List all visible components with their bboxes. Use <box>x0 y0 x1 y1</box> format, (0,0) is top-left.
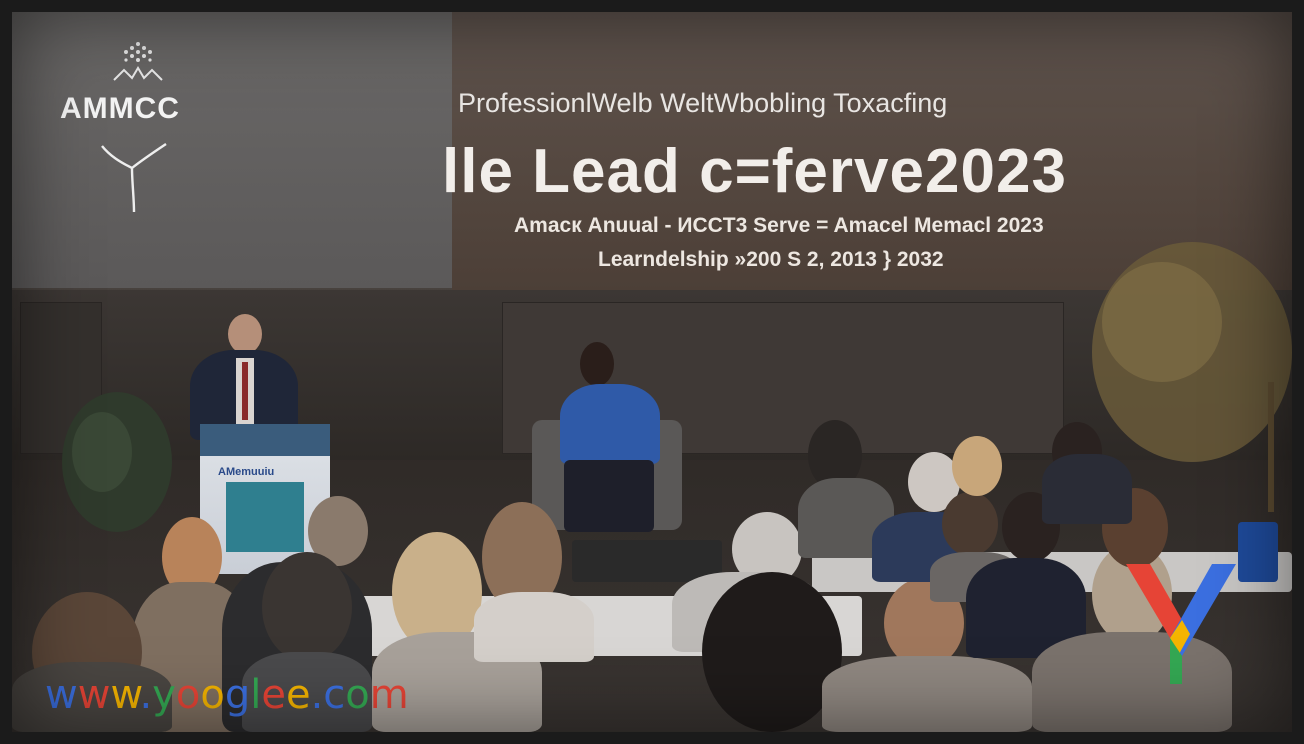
photo-frame: AMMCC ProfessionlWelb WeltWbobling Toxac… <box>12 12 1292 732</box>
banner-dates: Learndelship »200 S 2, 2013 } 2032 <box>598 248 944 271</box>
podium-label: AMemuuiu <box>218 466 275 478</box>
pitcher <box>1238 522 1278 582</box>
yooglee-logo-icon <box>1126 564 1236 684</box>
stage-table <box>572 540 722 582</box>
watermark-letter: y <box>152 672 176 718</box>
banner-headline: lle Lead c=ferve2023 <box>442 137 1067 206</box>
watermark-letter: e <box>261 672 286 718</box>
watermark-letter: o <box>345 672 370 718</box>
watermark-letter: g <box>224 672 251 718</box>
watermark-letter: . <box>310 672 324 718</box>
watermark-letter: o <box>175 672 201 718</box>
banner-subtitle: Amacк Anuual - ИCCT3 Serve = Amacel Mema… <box>514 214 1044 237</box>
banner-title: ProfessionlWelb WeltWbobling Toxacfing <box>458 88 948 118</box>
logo-dots-icon <box>113 42 163 81</box>
watermark-letter: l <box>250 672 262 718</box>
left-projection-screen: AMMCC <box>12 12 452 288</box>
logo-text: AMMCC <box>60 92 180 125</box>
watermark-letter: c <box>323 672 346 718</box>
podium-sign <box>226 482 304 552</box>
plant-icon <box>62 392 172 532</box>
watermark-letter: w <box>45 672 78 718</box>
branch-icon <box>101 143 167 213</box>
watermark-letter: o <box>200 672 225 718</box>
watermark-letter: w <box>77 672 111 718</box>
watermark-letter: . <box>139 672 153 718</box>
watermark-text: www.yooglee.com <box>45 672 409 718</box>
watermark-letter: e <box>285 672 311 718</box>
watermark-letter: w <box>110 672 140 718</box>
watermark-letter: m <box>369 672 409 718</box>
